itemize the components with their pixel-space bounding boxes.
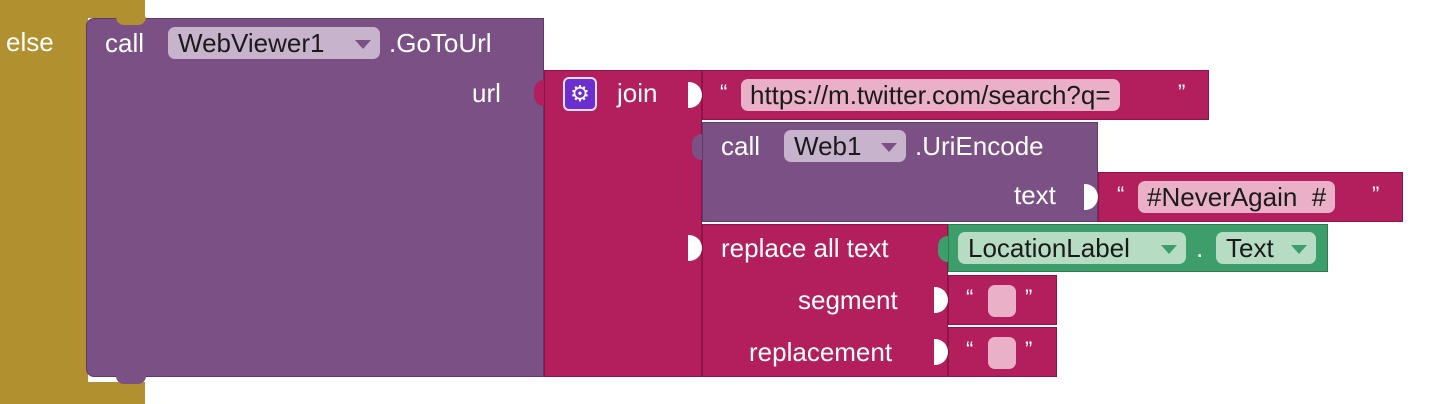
open-quote: “ (966, 337, 974, 362)
join-label: join (617, 78, 658, 108)
else-block-bottom-bar (88, 382, 145, 404)
segment-param-label: segment (798, 285, 898, 315)
replace-all-label: replace all text (721, 233, 889, 263)
replacement-text-field[interactable] (988, 337, 1016, 369)
segment-text-field[interactable] (988, 285, 1016, 317)
chevron-down-icon (1291, 245, 1307, 254)
chevron-down-icon (881, 143, 897, 152)
join-block[interactable] (544, 70, 702, 377)
gear-icon[interactable]: ⚙ (563, 77, 597, 111)
else-label: else (6, 27, 54, 57)
chevron-down-icon (1161, 245, 1177, 254)
webviewer-component-name: WebViewer1 (178, 28, 325, 58)
text-param-label: text (1014, 180, 1056, 210)
location-label-component-name: LocationLabel (968, 233, 1130, 263)
encode-call-label: call (721, 131, 761, 161)
chevron-down-icon (355, 40, 371, 49)
url-param-label: url (472, 78, 501, 108)
goto-method-label: .GoToUrl (389, 28, 492, 58)
goto-call-label: call (105, 28, 145, 58)
property-dot: . (1196, 233, 1204, 263)
else-block-top-tab (88, 0, 145, 18)
text-property-dropdown[interactable]: Text (1216, 232, 1316, 264)
open-quote: “ (966, 285, 974, 310)
web1-component-dropdown[interactable]: Web1 (784, 130, 906, 162)
close-quote: ” (1178, 80, 1186, 105)
uri-encode-output-tab (692, 134, 702, 160)
close-quote: ” (1025, 285, 1033, 310)
close-quote: ” (1025, 337, 1033, 362)
goto-url-bottom-nub (116, 376, 146, 384)
hashtag-text-field[interactable]: #NeverAgain # (1138, 181, 1336, 213)
goto-url-block[interactable] (86, 18, 544, 377)
goto-url-top-notch (116, 17, 146, 25)
replacement-param-label: replacement (749, 337, 893, 367)
webviewer-component-dropdown[interactable]: WebViewer1 (168, 27, 380, 59)
open-quote: “ (1117, 182, 1125, 207)
join-output-tab (534, 80, 544, 106)
getter-output-tab (938, 236, 948, 262)
text-property-name: Text (1226, 233, 1274, 263)
location-label-component-dropdown[interactable]: LocationLabel (958, 232, 1186, 264)
web1-component-name: Web1 (794, 131, 862, 161)
url-text-field[interactable]: https://m.twitter.com/search?q= (741, 79, 1120, 111)
close-quote: ” (1372, 182, 1380, 207)
encode-method-label: .UriEncode (915, 131, 1044, 161)
open-quote: “ (720, 80, 728, 105)
